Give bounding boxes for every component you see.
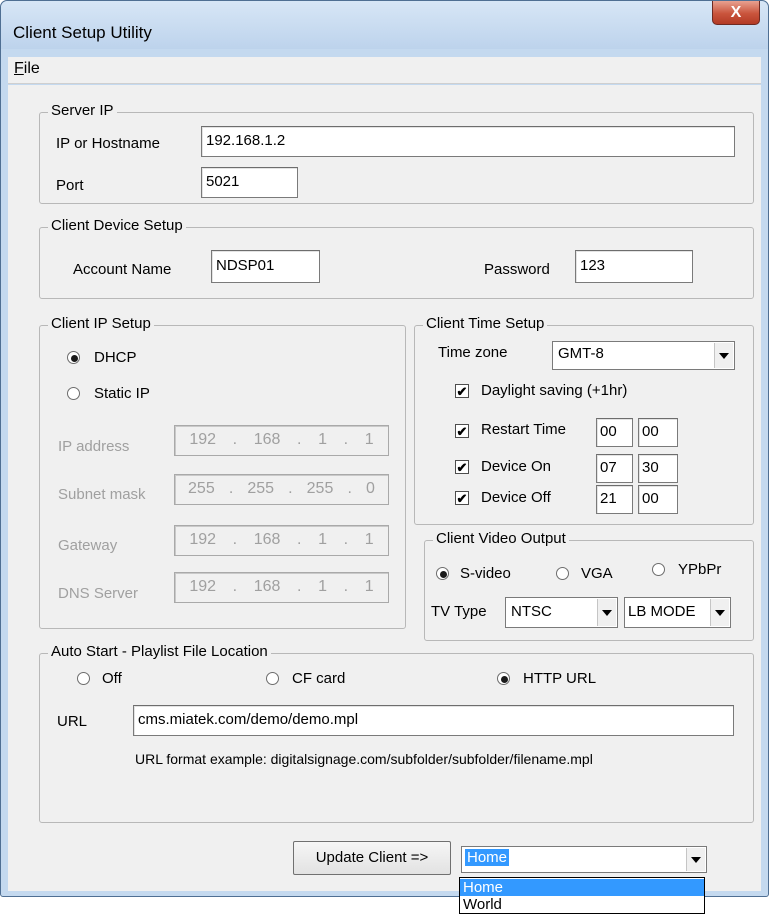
- autostart-cf-radio[interactable]: [266, 672, 279, 685]
- vga-label[interactable]: VGA: [581, 565, 613, 582]
- ip-setup-legend: Client IP Setup: [48, 315, 154, 332]
- dns-octet-4: 1: [364, 578, 374, 595]
- timezone-dropdown[interactable]: GMT-8: [552, 341, 735, 370]
- password-input[interactable]: 123: [575, 250, 693, 283]
- restart-hour-input[interactable]: 00: [596, 418, 633, 447]
- dhcp-radio[interactable]: [67, 351, 80, 364]
- dns-server-label: DNS Server: [58, 585, 139, 602]
- chevron-down-icon[interactable]: [710, 599, 729, 626]
- device-on-label[interactable]: Device On: [481, 458, 551, 475]
- autostart-http-radio[interactable]: [497, 672, 510, 685]
- static-ip-radio[interactable]: [67, 387, 80, 400]
- autostart-group: Auto Start - Playlist File Location: [39, 643, 754, 823]
- window-title: Client Setup Utility: [13, 23, 152, 42]
- chevron-down-icon[interactable]: [714, 343, 733, 368]
- mode-value: LB MODE: [628, 603, 696, 620]
- dns-octet-1: 192: [189, 578, 217, 595]
- dns-octet-3: 1: [318, 578, 328, 595]
- gateway-octet-1: 192: [189, 531, 217, 548]
- vga-radio[interactable]: [556, 567, 569, 580]
- ip-octet-2: 168: [253, 431, 281, 448]
- account-input[interactable]: NDSP01: [211, 250, 320, 283]
- device-legend: Client Device Setup: [48, 217, 186, 234]
- menu-file-label: ile: [23, 60, 40, 77]
- restart-time-label[interactable]: Restart Time: [481, 421, 566, 438]
- device-off-hour-input[interactable]: 21: [596, 485, 633, 514]
- url-format-hint: URL format example: digitalsignage.com/s…: [135, 751, 593, 767]
- device-on-checkbox[interactable]: ✔: [455, 460, 469, 474]
- chevron-down-icon[interactable]: [597, 599, 616, 626]
- menu-bar: File: [8, 57, 761, 84]
- restart-time-checkbox[interactable]: ✔: [455, 424, 469, 438]
- url-input[interactable]: cms.miatek.com/demo/demo.mpl: [133, 705, 734, 736]
- ip-octet-1: 192: [189, 431, 217, 448]
- device-off-label[interactable]: Device Off: [481, 489, 551, 506]
- dhcp-label[interactable]: DHCP: [94, 349, 137, 366]
- mode-dropdown[interactable]: LB MODE: [624, 597, 731, 628]
- dns-server-field: 192. 168. 1. 1: [174, 572, 389, 603]
- autostart-off-radio[interactable]: [77, 672, 90, 685]
- gateway-octet-3: 1: [318, 531, 328, 548]
- subnet-octet-4: 0: [365, 480, 375, 497]
- dns-octet-2: 168: [253, 578, 281, 595]
- device-on-hour-input[interactable]: 07: [596, 454, 633, 483]
- restart-minute-input[interactable]: 00: [638, 418, 678, 447]
- gateway-octet-2: 168: [253, 531, 281, 548]
- gateway-field: 192. 168. 1. 1: [174, 525, 389, 556]
- target-value: Home: [465, 849, 510, 866]
- close-button[interactable]: X: [712, 1, 760, 25]
- port-input[interactable]: 5021: [201, 167, 298, 198]
- host-input[interactable]: 192.168.1.2: [201, 126, 735, 157]
- chevron-down-icon[interactable]: [686, 848, 705, 871]
- autostart-cf-label[interactable]: CF card: [292, 670, 345, 687]
- device-off-checkbox[interactable]: ✔: [455, 491, 469, 505]
- autostart-off-label[interactable]: Off: [102, 670, 122, 687]
- device-on-minute-input[interactable]: 30: [638, 454, 678, 483]
- tv-type-label: TV Type: [431, 603, 487, 620]
- ypbpr-label[interactable]: YPbPr: [678, 561, 721, 578]
- ip-octet-4: 1: [364, 431, 374, 448]
- device-off-minute-input[interactable]: 00: [638, 485, 678, 514]
- daylight-checkbox[interactable]: ✔: [455, 384, 469, 398]
- host-label: IP or Hostname: [56, 135, 160, 152]
- daylight-label[interactable]: Daylight saving (+1hr): [481, 382, 627, 399]
- target-dropdown[interactable]: Home: [461, 846, 707, 873]
- timezone-value: GMT-8: [558, 345, 604, 362]
- svideo-label[interactable]: S-video: [460, 565, 511, 582]
- gateway-octet-4: 1: [364, 531, 374, 548]
- menu-file-accelerator: F: [14, 60, 24, 77]
- title-bar[interactable]: Client Setup Utility X: [1, 1, 768, 49]
- svideo-radio[interactable]: [436, 567, 449, 580]
- tv-type-dropdown[interactable]: NTSC: [505, 597, 618, 628]
- update-client-button[interactable]: Update Client =>: [293, 841, 451, 875]
- target-dropdown-list: Home World: [459, 877, 705, 914]
- ip-address-field: 192. 168. 1. 1: [174, 425, 389, 456]
- tv-type-value: NTSC: [511, 603, 552, 620]
- subnet-mask-label: Subnet mask: [58, 486, 146, 503]
- timezone-label: Time zone: [438, 344, 508, 361]
- ypbpr-radio[interactable]: [652, 563, 665, 576]
- account-label: Account Name: [73, 261, 172, 278]
- autostart-http-label[interactable]: HTTP URL: [523, 670, 596, 687]
- static-ip-label[interactable]: Static IP: [94, 385, 150, 402]
- target-option-home[interactable]: Home: [460, 879, 704, 896]
- menu-file[interactable]: File: [14, 60, 40, 78]
- subnet-mask-field: 255. 255. 255. 0: [174, 474, 389, 505]
- subnet-octet-1: 255: [188, 480, 215, 497]
- ip-address-label: IP address: [58, 438, 130, 455]
- subnet-octet-3: 255: [306, 480, 334, 497]
- client-area: Server IP IP or Hostname 192.168.1.2 Por…: [8, 85, 761, 891]
- subnet-octet-2: 255: [247, 480, 275, 497]
- target-option-world[interactable]: World: [460, 896, 704, 913]
- ip-octet-3: 1: [318, 431, 328, 448]
- app-window: Client Setup Utility X File Server IP IP…: [0, 0, 769, 897]
- url-label: URL: [57, 713, 88, 730]
- server-ip-legend: Server IP: [48, 102, 117, 119]
- video-output-legend: Client Video Output: [433, 530, 569, 547]
- port-label: Port: [56, 177, 84, 194]
- time-setup-legend: Client Time Setup: [423, 315, 548, 332]
- gateway-label: Gateway: [58, 537, 118, 554]
- password-label: Password: [484, 261, 550, 278]
- autostart-legend: Auto Start - Playlist File Location: [48, 643, 271, 660]
